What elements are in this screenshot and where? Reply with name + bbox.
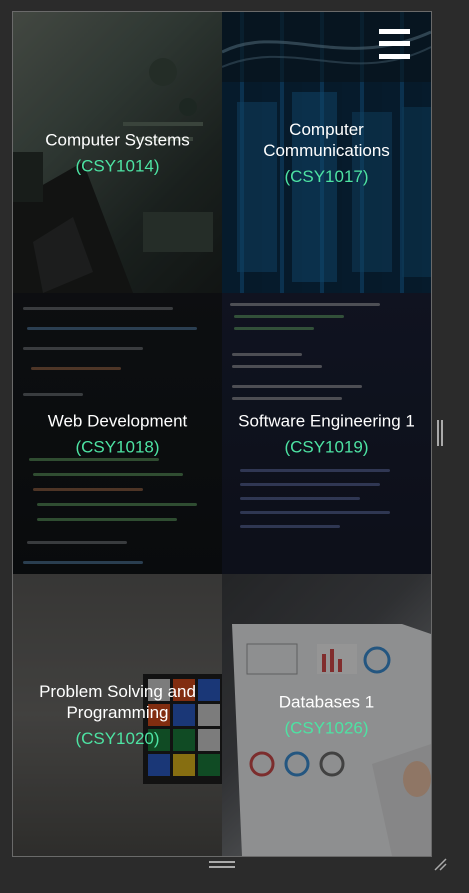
module-title: Software Engineering 1 bbox=[238, 411, 415, 430]
module-code: (CSY1026) bbox=[284, 718, 369, 738]
module-title: Computer Systems bbox=[45, 130, 190, 149]
module-tile-problem-solving[interactable]: Problem Solving and Programming (CSY1020… bbox=[13, 574, 222, 856]
viewport-frame: Computer Systems (CSY1014) Computer Comm… bbox=[12, 11, 432, 857]
module-code: (CSY1017) bbox=[284, 166, 369, 186]
corner-resize-grip-icon[interactable] bbox=[433, 857, 447, 871]
module-title: Databases 1 bbox=[278, 692, 375, 712]
module-code: (CSY1018) bbox=[75, 437, 160, 456]
menu-bar bbox=[379, 54, 410, 59]
menu-bar bbox=[379, 29, 410, 34]
menu-bar bbox=[379, 41, 410, 46]
module-code: (CSY1014) bbox=[75, 156, 160, 175]
module-grid: Computer Systems (CSY1014) Computer Comm… bbox=[13, 12, 431, 856]
module-title: Web Development bbox=[47, 411, 188, 430]
hamburger-menu-icon[interactable] bbox=[379, 29, 410, 59]
tile-caption: Computer Communications (CSY1017) bbox=[228, 119, 425, 187]
tile-caption: Computer Systems (CSY1014) bbox=[19, 129, 216, 176]
module-code: (CSY1020) bbox=[75, 729, 160, 748]
tile-caption: Software Engineering 1 (CSY1019) bbox=[228, 410, 425, 457]
module-title: Computer Communications bbox=[263, 119, 390, 160]
module-title: Problem Solving and Programming bbox=[39, 682, 196, 722]
tile-caption: Databases 1 (CSY1026) bbox=[228, 692, 425, 739]
tile-caption: Problem Solving and Programming (CSY1020… bbox=[19, 681, 216, 749]
module-tile-databases[interactable]: Databases 1 (CSY1026) bbox=[222, 574, 431, 856]
module-tile-software-engineering[interactable]: Software Engineering 1 (CSY1019) bbox=[222, 293, 431, 574]
tile-caption: Web Development (CSY1018) bbox=[19, 410, 216, 457]
side-resize-handle[interactable] bbox=[437, 420, 443, 446]
module-tile-web-development[interactable]: Web Development (CSY1018) bbox=[13, 293, 222, 574]
module-tile-computer-systems[interactable]: Computer Systems (CSY1014) bbox=[13, 12, 222, 293]
module-code: (CSY1019) bbox=[284, 437, 369, 456]
bottom-resize-handle[interactable] bbox=[209, 861, 235, 868]
